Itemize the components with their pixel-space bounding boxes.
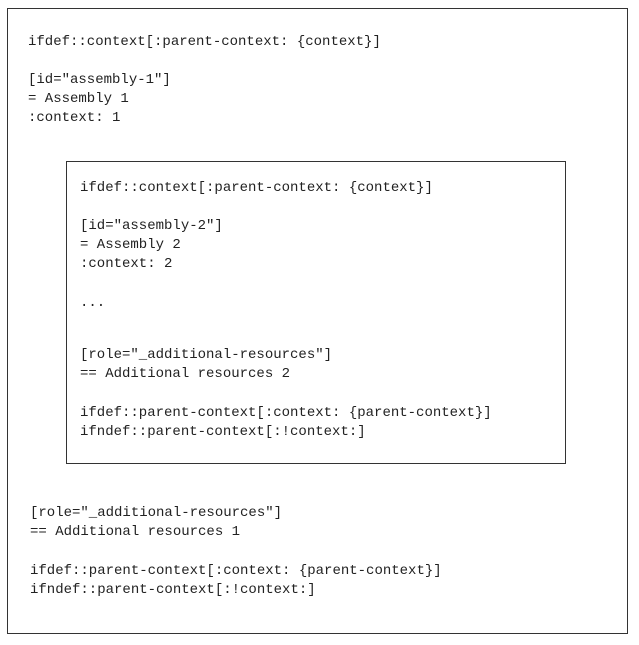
- inner-context-attribute-line: :context: 2: [80, 256, 173, 272]
- outer-id-line: [id="assembly-1"]: [28, 72, 171, 88]
- inner-ifndef-parent-context-line: ifndef::parent-context[:!context:]: [80, 424, 366, 440]
- inner-title-line: = Assembly 2: [80, 237, 181, 253]
- inner-role-line: [role="_additional-resources"]: [80, 347, 333, 363]
- inner-ellipsis-line: ...: [80, 295, 106, 311]
- inner-id-line: [id="assembly-2"]: [80, 218, 223, 234]
- outer-context-attribute-line: :context: 1: [28, 110, 121, 126]
- outer-ifdef-context-line: ifdef::context[:parent-context: {context…: [28, 34, 381, 50]
- outer-ifdef-parent-context-line: ifdef::parent-context[:context: {parent-…: [30, 563, 442, 579]
- inner-ifdef-context-line: ifdef::context[:parent-context: {context…: [80, 180, 433, 196]
- outer-ifndef-parent-context-line: ifndef::parent-context[:!context:]: [30, 582, 316, 598]
- inner-additional-resources-heading: == Additional resources 2: [80, 366, 291, 382]
- outer-title-line: = Assembly 1: [28, 91, 129, 107]
- inner-ifdef-parent-context-line: ifdef::parent-context[:context: {parent-…: [80, 405, 492, 421]
- outer-role-line: [role="_additional-resources"]: [30, 505, 283, 521]
- outer-additional-resources-heading: == Additional resources 1: [30, 524, 241, 540]
